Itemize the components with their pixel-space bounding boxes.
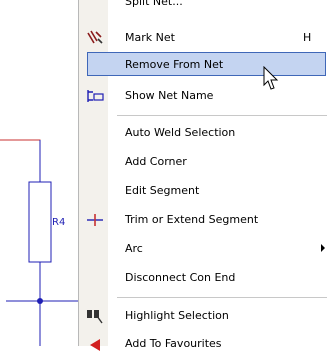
menu-separator xyxy=(117,297,327,298)
menu-item-label: Highlight Selection xyxy=(125,309,229,322)
menu-item-shortcut: H xyxy=(303,31,312,44)
show-net-name-icon xyxy=(87,90,104,102)
menu-item-show-net-name[interactable]: Show Net Name xyxy=(79,82,330,109)
trim-extend-icon xyxy=(87,214,103,226)
menu-item-label: Disconnect Con End xyxy=(125,271,236,284)
menu-item-label: Show Net Name xyxy=(125,89,214,102)
menu-item-arc[interactable]: Arc xyxy=(79,235,330,262)
menu-item-add-to-favourites[interactable]: Add To Favourites xyxy=(79,330,330,357)
menu-item-label: Arc xyxy=(125,242,143,255)
menu-item-split-net[interactable]: Split Net... xyxy=(79,0,330,15)
menu-item-add-corner[interactable]: Add Corner xyxy=(79,148,330,175)
menu-item-label: Add Corner xyxy=(125,155,187,168)
menu-item-label: Auto Weld Selection xyxy=(125,126,236,139)
context-menu: Split Net... Mark Net H Remove From Net … xyxy=(78,0,330,351)
mark-net-icon xyxy=(87,30,103,44)
menu-item-label: Trim or Extend Segment xyxy=(125,213,259,226)
highlight-selection-icon xyxy=(87,310,103,324)
menu-item-highlight-selection[interactable]: Highlight Selection xyxy=(79,302,330,329)
junction-dot xyxy=(37,298,43,304)
menu-item-mark-net[interactable]: Mark Net H xyxy=(79,24,330,51)
menu-item-trim-extend-segment[interactable]: Trim or Extend Segment xyxy=(79,206,330,233)
submenu-arrow-icon xyxy=(321,244,325,252)
menu-item-label: Mark Net xyxy=(125,31,175,44)
menu-item-label: Remove From Net xyxy=(125,58,224,71)
menu-item-disconnect-con-end[interactable]: Disconnect Con End xyxy=(79,264,330,291)
menu-separator xyxy=(117,115,327,116)
menu-item-label: Edit Segment xyxy=(125,184,200,197)
menu-item-label: Add To Favourites xyxy=(125,337,222,350)
menu-item-label: Split Net... xyxy=(125,0,183,8)
resistor-body xyxy=(28,181,52,263)
menu-item-auto-weld-selection[interactable]: Auto Weld Selection xyxy=(79,119,330,146)
menu-item-remove-from-net[interactable]: Remove From Net xyxy=(79,51,330,78)
menu-item-edit-segment[interactable]: Edit Segment xyxy=(79,177,330,204)
favourites-icon xyxy=(90,339,100,351)
resistor-ref-label: R4 xyxy=(52,217,66,228)
net-wire xyxy=(0,139,41,182)
mouse-pointer-icon xyxy=(263,66,279,90)
